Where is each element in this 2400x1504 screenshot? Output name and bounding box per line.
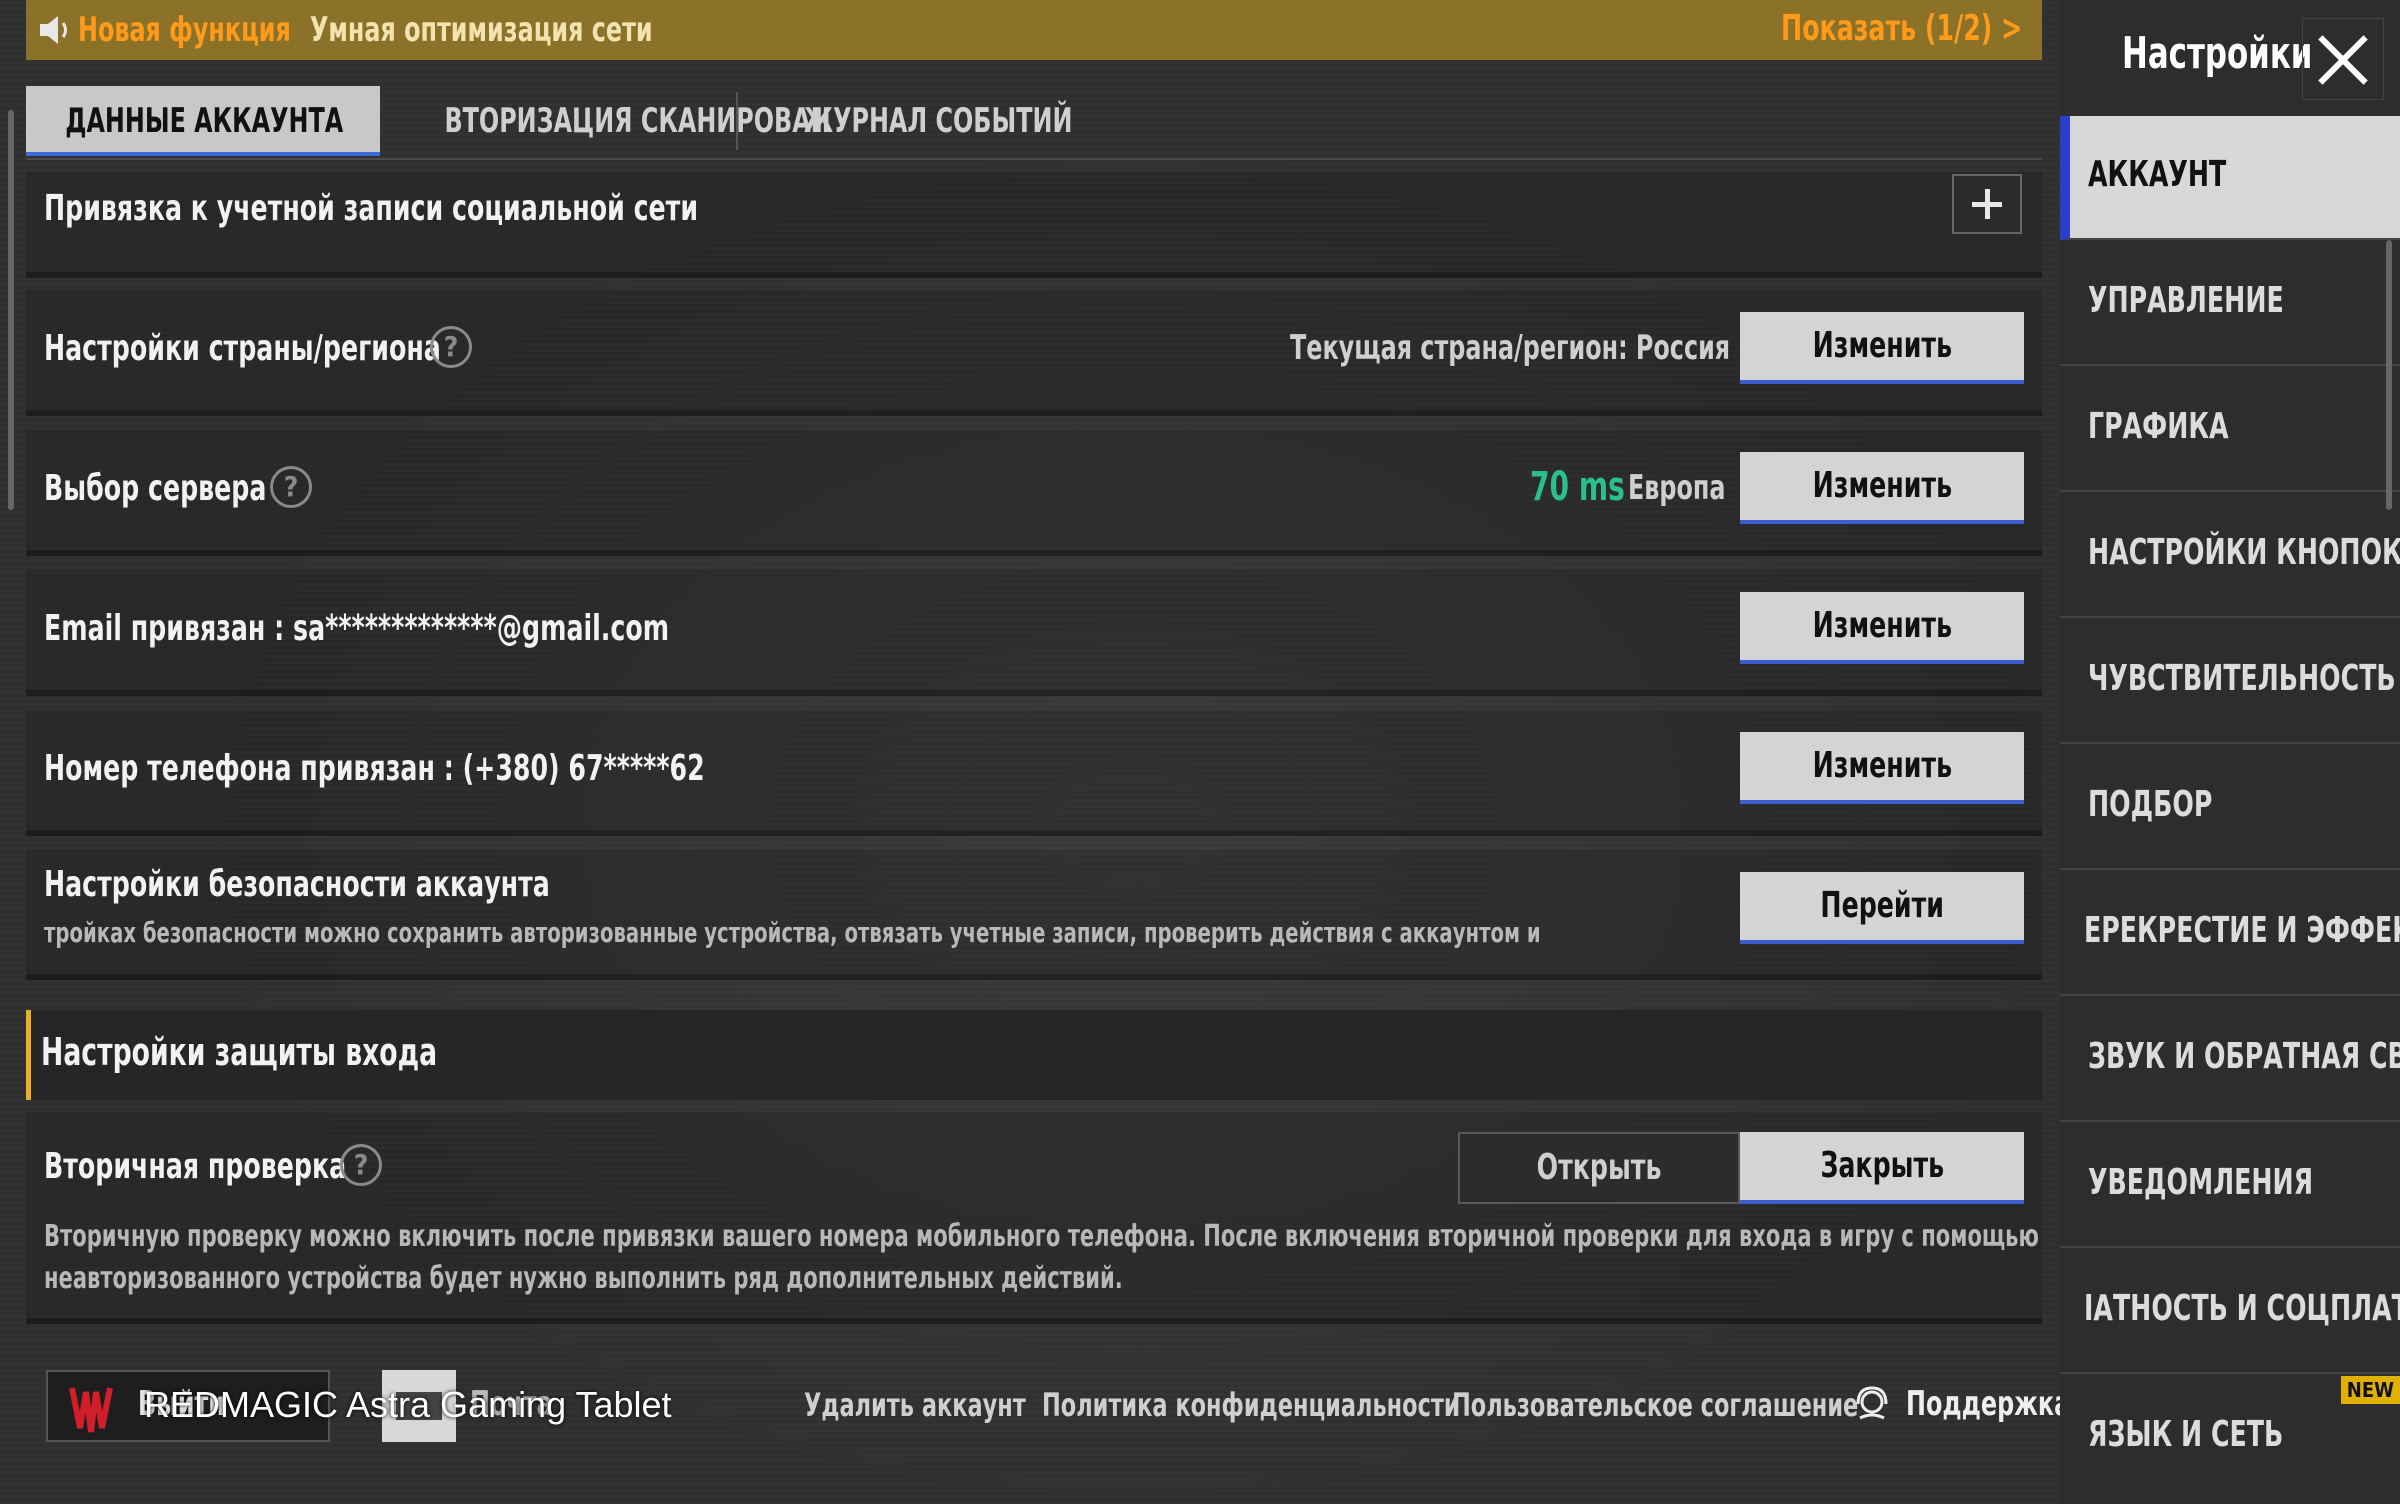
close-icon[interactable]: [2302, 18, 2384, 100]
support-button[interactable]: Поддержка: [1850, 1380, 2070, 1430]
sidebar-item-language[interactable]: ЯЗЫК И СЕТЬ NEW: [2060, 1376, 2400, 1500]
email-row: Email привязан : sa*************@gmail.c…: [26, 570, 2042, 696]
region-label: Настройки страны/региона: [44, 328, 441, 369]
change-phone-button[interactable]: Изменить: [1740, 732, 2024, 804]
secondary-verification-row: Вторичная проверка ? Открыть Закрыть Вто…: [26, 1112, 2042, 1324]
change-region-button[interactable]: Изменить: [1740, 312, 2024, 384]
server-row: Выбор сервера ? 70 ms Европа Изменить: [26, 430, 2042, 556]
sidebar-scrollbar[interactable]: [2386, 240, 2392, 510]
settings-sidebar: Настройки АККАУНТ УПРАВЛЕНИЕ ГРАФИКА НАС…: [2060, 0, 2400, 1504]
security-label: Настройки безопасности аккаунта: [44, 864, 550, 905]
tab-divider: [736, 92, 738, 150]
speaker-icon: [40, 16, 67, 44]
headset-icon: [1856, 1386, 1888, 1420]
sidebar-item-privacy[interactable]: ІАТНОСТЬ И СОЦПЛАТФОР: [2060, 1250, 2400, 1374]
security-description: тройках безопасности можно сохранить авт…: [44, 916, 1541, 949]
social-link-row: Привязка к учетной записи социальной сет…: [26, 172, 2042, 278]
go-security-button[interactable]: Перейти: [1740, 872, 2024, 944]
server-help-icon[interactable]: ?: [270, 466, 312, 508]
content-scrollbar[interactable]: [8, 110, 14, 510]
change-server-button[interactable]: Изменить: [1740, 452, 2024, 524]
login-protection-title: Настройки защиты входа: [41, 1030, 438, 1074]
banner-message: Умная оптимизация сети: [310, 10, 653, 50]
phone-label: Номер телефона привязан : (+380) 67*****…: [44, 748, 705, 789]
tab-scan-authorization[interactable]: ВТОРИЗАЦИЯ СКАНИРОВАН: [390, 86, 830, 156]
secondary-open-button[interactable]: Открыть: [1458, 1132, 1740, 1204]
new-badge: NEW: [2340, 1376, 2400, 1404]
tab-event-log[interactable]: ЖУРНАЛ СОБЫТИЙ: [748, 86, 1128, 156]
sidebar-item-sound[interactable]: ЗВУК И ОБРАТНАЯ СВЯЗЬ: [2060, 998, 2400, 1122]
sidebar-item-account[interactable]: АККАУНТ: [2060, 116, 2400, 240]
sidebar-item-controls[interactable]: УПРАВЛЕНИЕ: [2060, 242, 2400, 366]
region-help-icon[interactable]: ?: [430, 326, 472, 368]
secondary-description-line2: неавторизованного устройства будет нужно…: [44, 1261, 1123, 1296]
secondary-help-icon[interactable]: ?: [340, 1144, 382, 1186]
tab-account-data[interactable]: ДАННЫЕ АККАУНТА: [26, 86, 380, 156]
sidebar-item-pickup[interactable]: ПОДБОР: [2060, 746, 2400, 870]
device-watermark: REDMAGIC Astra Gaming Tablet: [144, 1384, 672, 1425]
secondary-description-line1: Вторичную проверку можно включить после …: [44, 1219, 2039, 1254]
secondary-close-button[interactable]: Закрыть: [1740, 1132, 2024, 1204]
sidebar-item-button-settings[interactable]: НАСТРОЙКИ КНОПОК: [2060, 494, 2400, 618]
change-email-button[interactable]: Изменить: [1740, 592, 2024, 664]
news-banner[interactable]: Новая функция Умная оптимизация сети Пок…: [26, 0, 2042, 60]
region-row: Настройки страны/региона ? Текущая стран…: [26, 290, 2042, 416]
redmagic-logo-icon: [69, 1387, 113, 1433]
login-protection-header: Настройки защиты входа: [26, 1010, 2042, 1100]
server-region-value: Европа: [1628, 468, 1726, 508]
tab-bar: ДАННЫЕ АККАУНТА ВТОРИЗАЦИЯ СКАНИРОВАН ЖУ…: [26, 86, 2042, 160]
sidebar-item-sensitivity[interactable]: ЧУВСТВИТЕЛЬНОСТЬ: [2060, 620, 2400, 744]
social-link-label: Привязка к учетной записи социальной сет…: [44, 188, 699, 229]
banner-show-link[interactable]: Показать (1/2) >: [1713, 8, 2022, 49]
sidebar-item-crosshair[interactable]: ЕРЕКРЕСТИЕ И ЭФФЕКТЫ: [2060, 872, 2400, 996]
add-social-button[interactable]: [1952, 174, 2022, 234]
email-label: Email привязан : sa*************@gmail.c…: [44, 608, 670, 649]
sidebar-item-notifications[interactable]: УВЕДОМЛЕНИЯ: [2060, 1124, 2400, 1248]
phone-row: Номер телефона привязан : (+380) 67*****…: [26, 710, 2042, 836]
security-row: Настройки безопасности аккаунта тройках …: [26, 850, 2042, 980]
sidebar-item-graphics[interactable]: ГРАФИКА: [2060, 368, 2400, 492]
